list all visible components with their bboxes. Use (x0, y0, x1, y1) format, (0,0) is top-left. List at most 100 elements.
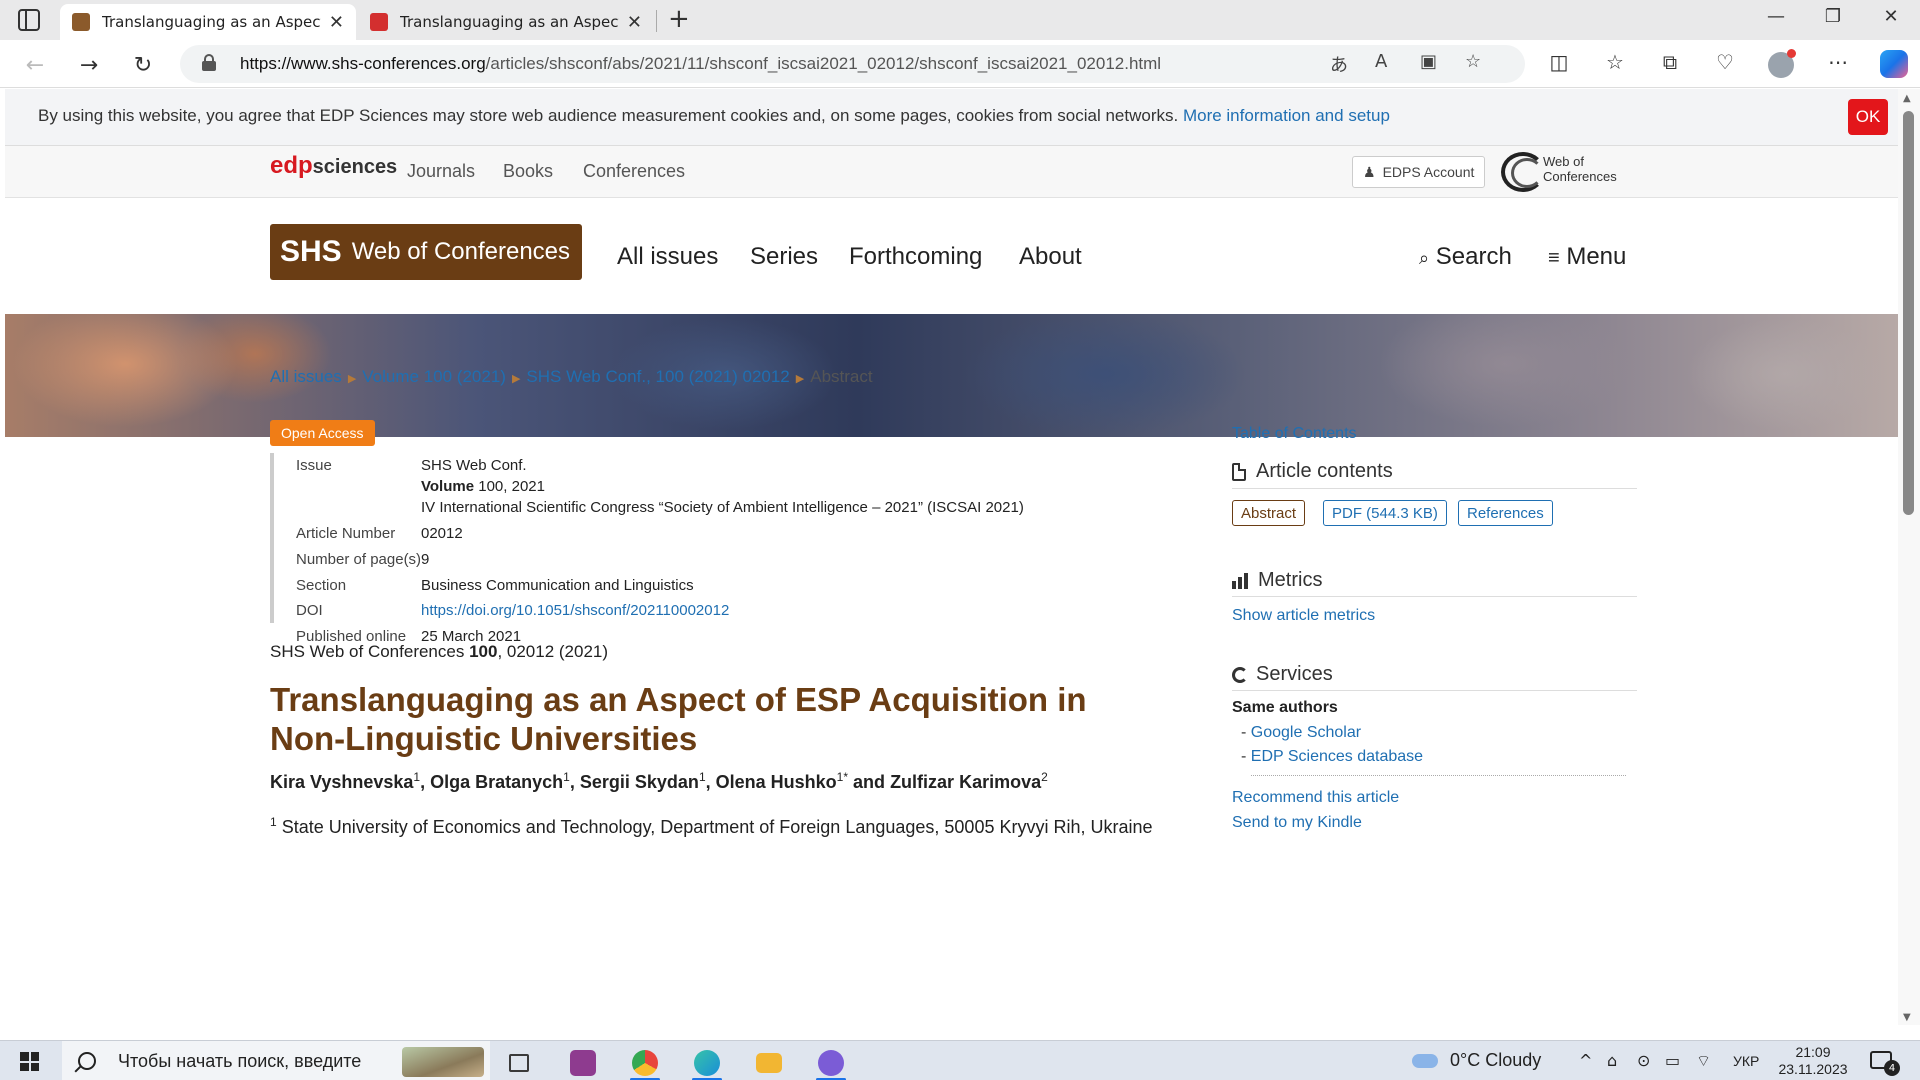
send-to-kindle-link[interactable]: Send to my Kindle (1232, 814, 1362, 832)
url-host: https://www.shs-conferences.org (240, 54, 486, 73)
favorite-star-icon[interactable]: ☆ (1465, 51, 1481, 72)
author-affil-mark: 1 (698, 770, 706, 784)
weather-widget[interactable]: 0°C Cloudy (1412, 1050, 1541, 1071)
url-path: /articles/shsconf/abs/2021/11/shsconf_is… (485, 54, 1162, 73)
site-header: SHS Web of Conferences All issues Series… (5, 198, 1898, 293)
edp-link-journals[interactable]: Journals (407, 161, 475, 182)
meta-label-pages: Number of page(s) (296, 551, 422, 568)
references-button[interactable]: References (1458, 500, 1553, 526)
abstract-button[interactable]: Abstract (1232, 500, 1306, 526)
meta-pages: 9 (421, 551, 430, 568)
tab-close-icon[interactable]: ✕ (627, 12, 642, 33)
page-scrollbar[interactable]: ▲ ▼ (1898, 89, 1920, 1025)
system-clock[interactable]: 21:09 23.11.2023 (1778, 1044, 1848, 1078)
recommend-link[interactable]: Recommend this article (1232, 789, 1399, 807)
chrome-taskbar-app[interactable] (622, 1045, 668, 1080)
same-authors-item: - Google Scholar (1241, 724, 1362, 741)
minimize-button[interactable]: — (1753, 6, 1799, 27)
language-indicator[interactable]: УКР (1733, 1053, 1759, 1069)
taskbar-search-placeholder: Чтобы начать поиск, введите (118, 1050, 362, 1071)
edp-link-conferences[interactable]: Conferences (583, 161, 685, 182)
favorites-icon[interactable]: ☆ (1600, 50, 1630, 74)
doi-link[interactable]: https://doi.org/10.1051/shsconf/20211000… (421, 602, 729, 619)
breadcrumb-all-issues[interactable]: All issues (270, 367, 342, 386)
chrome-icon (632, 1050, 658, 1076)
new-tab-button[interactable]: + (668, 4, 690, 34)
nav-about[interactable]: About (1019, 243, 1082, 271)
show-metrics-link[interactable]: Show article metrics (1232, 607, 1375, 625)
edge-taskbar-app[interactable] (684, 1045, 730, 1080)
file-explorer-taskbar-app[interactable] (746, 1045, 792, 1080)
back-button[interactable]: ← (18, 48, 52, 82)
collections-icon[interactable]: ⧉ (1655, 50, 1685, 74)
battery-icon[interactable]: ▭ (1665, 1051, 1680, 1070)
lock-icon[interactable] (202, 54, 216, 71)
browser-tab-active[interactable]: Translanguaging as an Aspect of ✕ (60, 4, 356, 40)
split-screen-icon[interactable]: ◫ (1544, 50, 1574, 74)
wifi-icon[interactable]: ⌔ (1696, 1051, 1711, 1071)
performance-icon[interactable]: ♡ (1710, 50, 1740, 74)
web-of-conferences-logo[interactable]: Web of Conferences (1501, 150, 1637, 194)
tray-webcam-icon[interactable]: ⊙ (1637, 1051, 1650, 1070)
more-icon[interactable]: ⋯ (1823, 50, 1853, 74)
article-contents-title: Article contents (1256, 460, 1393, 482)
tray-app-icon[interactable]: ⌂ (1607, 1051, 1617, 1070)
cookie-message: By using this website, you agree that ED… (38, 106, 1179, 125)
edp-sciences-logo[interactable]: edpsciences (270, 152, 397, 180)
woc-logo-line1: Web of (1543, 154, 1584, 169)
document-icon (1232, 462, 1246, 481)
tab-actions-icon[interactable] (18, 9, 40, 31)
winrar-taskbar-app[interactable] (560, 1045, 606, 1080)
cookie-ok-button[interactable]: OK (1848, 99, 1888, 135)
shs-logo[interactable]: SHS Web of Conferences (270, 224, 582, 280)
menu-button[interactable]: ≡ Menu (1548, 243, 1626, 271)
restore-button[interactable]: ❐ (1810, 6, 1856, 27)
author-affil-mark: 2 (1041, 770, 1048, 784)
breadcrumb-volume[interactable]: Volume 100 (2021) (362, 367, 506, 386)
edp-database-link[interactable]: EDP Sciences database (1251, 748, 1423, 765)
author: Kira Vyshnevska (270, 772, 414, 792)
taskbar-search[interactable]: Чтобы начать поиск, введите (62, 1041, 490, 1080)
cookie-banner: By using this website, you agree that ED… (5, 89, 1898, 146)
browser-tab[interactable]: Translanguaging as an Aspect of ✕ (358, 4, 654, 40)
author-list: Kira Vyshnevska1, Olga Bratanych1, Sergi… (270, 770, 1048, 792)
task-view-button[interactable] (496, 1045, 542, 1080)
clock-date: 23.11.2023 (1778, 1061, 1848, 1077)
meta-label-section: Section (296, 577, 347, 594)
reload-button[interactable]: ↻ (126, 48, 160, 82)
edps-account-button[interactable]: ♟ EDPS Account (1352, 156, 1486, 188)
nav-forthcoming[interactable]: Forthcoming (849, 243, 982, 271)
tray-expand-icon[interactable]: ^ (1579, 1051, 1592, 1070)
pdf-button[interactable]: PDF (544.3 KB) (1323, 500, 1447, 526)
google-scholar-link[interactable]: Google Scholar (1251, 724, 1361, 741)
translate-icon[interactable]: あ (1330, 51, 1348, 77)
user-icon: ♟ (1363, 163, 1376, 180)
meta-issue-congress: IV International Scientific Congress “So… (421, 499, 1024, 516)
start-button[interactable] (20, 1052, 39, 1071)
scrollbar-thumb[interactable] (1903, 111, 1914, 515)
edp-link-books[interactable]: Books (503, 161, 553, 182)
url-text[interactable]: https://www.shs-conferences.org/articles… (240, 54, 1161, 74)
search-button[interactable]: ⌕ Search (1419, 243, 1512, 271)
meta-section: Business Communication and Linguistics (421, 577, 694, 594)
scroll-up-icon[interactable]: ▲ (1903, 93, 1911, 104)
profile-alert-icon (1787, 49, 1796, 58)
close-window-button[interactable]: ✕ (1868, 6, 1914, 27)
services-refresh-icon (1232, 666, 1248, 683)
tab-close-icon[interactable]: ✕ (329, 12, 344, 33)
breadcrumb-article[interactable]: SHS Web Conf., 100 (2021) 02012 (526, 367, 789, 386)
article-metadata: Issue SHS Web Conf. Volume 100, 2021 IV … (270, 453, 1024, 645)
read-aloud-icon[interactable]: A (1375, 51, 1387, 72)
address-bar[interactable]: https://www.shs-conferences.org/articles… (180, 45, 1525, 83)
cookie-more-link[interactable]: More information and setup (1183, 106, 1390, 125)
nav-all-issues[interactable]: All issues (617, 243, 718, 271)
forward-button[interactable]: → (72, 48, 106, 82)
table-of-contents-link[interactable]: Table of Contents (1232, 425, 1357, 443)
copilot-icon[interactable] (1880, 50, 1908, 78)
scroll-down-icon[interactable]: ▼ (1903, 1012, 1911, 1023)
viber-taskbar-app[interactable] (808, 1045, 854, 1080)
shs-favicon-icon (72, 13, 90, 31)
nav-series[interactable]: Series (750, 243, 818, 271)
open-access-badge: Open Access (270, 420, 375, 446)
immersive-reader-icon[interactable]: ▣ (1420, 51, 1437, 72)
